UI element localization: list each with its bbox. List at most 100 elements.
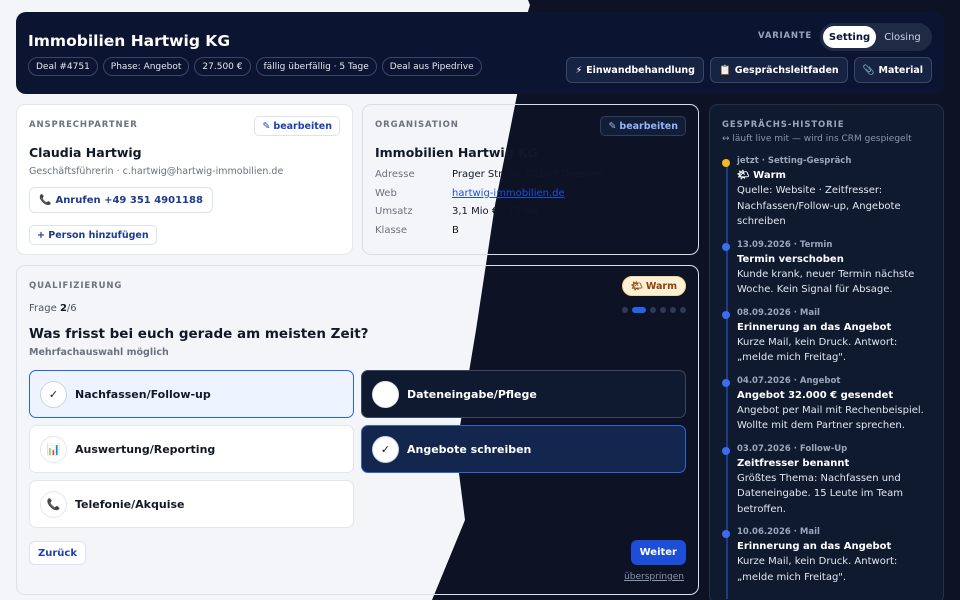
- timeline-dot: [722, 310, 730, 319]
- source-chip: Deal aus Pipedrive: [381, 57, 482, 76]
- timeline-dot-current: [722, 159, 730, 167]
- add-person-button[interactable]: + Person hinzufügen: [29, 225, 157, 245]
- question-hint: Mehrfachauswahl möglich: [29, 347, 169, 358]
- contact-role-email: Geschäftsführerin · c.hartwig@hartwig-im…: [29, 166, 284, 177]
- next-button[interactable]: Weiter: [630, 540, 686, 565]
- org-field-value: B: [452, 224, 459, 236]
- option-label: Auswertung/Reporting: [75, 442, 216, 456]
- option-label: Angebote schreiben: [407, 442, 532, 456]
- deal-header: Immobilien Hartwig KG Deal #4751 Phase: …: [16, 12, 944, 94]
- due-chip: fällig überfällig · 5 Tage: [255, 57, 377, 76]
- paperclip-icon: 📎: [862, 64, 875, 76]
- option-reporting[interactable]: 📊 Auswertung/Reporting: [29, 425, 354, 473]
- org-field-row: Umsatz 3,1 Mio € · 15 MA: [375, 206, 603, 225]
- option-follow-up[interactable]: ✓ Nachfassen/Follow-up: [29, 370, 354, 418]
- option-label: Nachfassen/Follow-up: [75, 387, 211, 401]
- option-data-entry[interactable]: 🗄 Dateneingabe/Pflege: [361, 370, 686, 418]
- step-dot: [660, 307, 666, 313]
- call-guide-button[interactable]: 📋 Gesprächsleitfaden: [709, 57, 848, 83]
- organization-edit-label: bearbeiten: [619, 120, 678, 132]
- option-label: Dateneingabe/Pflege: [407, 387, 537, 401]
- org-field-key: Klasse: [375, 224, 408, 236]
- back-button[interactable]: Zurück: [29, 541, 86, 565]
- timeline-title: Zeitfresser benannt: [737, 457, 850, 469]
- step-dot: [680, 307, 686, 313]
- timeline-text: Kurze Mail, kein Druck. Antwort: „melde …: [737, 336, 898, 364]
- org-field-row: Adresse Prager Str. 8a, 01069 Dresden: [375, 169, 603, 188]
- timeline-text: Angebot per Mail mit Rechenbeispiel. Wol…: [737, 404, 924, 432]
- contact-edit-button[interactable]: ✎ bearbeiten: [254, 116, 340, 136]
- qualification-card: QUALIFIZIERUNG 🌤 Warm Frage 2/6 Was fris…: [16, 265, 699, 595]
- timeline-title: Termin verschoben: [737, 253, 844, 265]
- organization-section-title: ORGANISATION: [375, 120, 459, 130]
- org-field-key: Umsatz: [375, 206, 413, 217]
- timeline-dot: [722, 378, 730, 387]
- timeline-item: 13.09.2026 · Termin Termin verschoben Ku…: [722, 239, 932, 298]
- org-field-key: Web: [375, 187, 397, 199]
- contact-name: Claudia Hartwig: [29, 145, 142, 160]
- timeline-text: Quelle: Website · Zeitfresser: Nachfasse…: [737, 185, 901, 227]
- timeline-text: Größtes Thema: Nachfassen und Dateneinga…: [737, 472, 904, 515]
- sun-cloud-icon: 🌤: [630, 280, 643, 292]
- material-button[interactable]: 📎 Material: [853, 57, 932, 83]
- history-subtitle: ↔ läuft live mit — wird ins CRM gespiege…: [722, 134, 912, 144]
- website-link[interactable]: hartwig-immobilien.de: [452, 188, 565, 207]
- organization-edit-button[interactable]: ✎ bearbeiten: [600, 116, 686, 136]
- temperature-badge-label: Warm: [645, 280, 677, 292]
- clipboard-icon: 📋: [718, 64, 731, 76]
- timeline-meta: 13.09.2026 · Termin: [737, 239, 833, 250]
- check-icon: ✓: [40, 380, 67, 408]
- timeline-meta: 08.09.2026 · Mail: [737, 307, 820, 318]
- check-icon: ✓: [372, 435, 399, 463]
- objection-handling-label: Einwandbehandlung: [586, 64, 695, 76]
- variant-option-closing[interactable]: Closing: [876, 26, 929, 48]
- qualification-section-title: QUALIFIZIERUNG: [29, 281, 123, 291]
- option-label: Telefonie/Akquise: [75, 497, 185, 511]
- temperature-badge: 🌤 Warm: [621, 276, 686, 296]
- timeline-title: 🌤 Warm: [737, 170, 786, 181]
- chart-icon: 📊: [40, 435, 67, 463]
- history-section-title: GESPRÄCHS-HISTORIE: [722, 120, 845, 130]
- pencil-icon: ✎: [608, 120, 617, 132]
- objection-handling-button[interactable]: ⚡ Einwandbehandlung: [566, 57, 704, 83]
- call-button[interactable]: 📞 Anrufen +49 351 4901188: [29, 187, 213, 213]
- step-dot: [670, 307, 676, 313]
- lightning-icon: ⚡: [575, 64, 583, 76]
- option-offers[interactable]: ✓ Angebote schreiben: [361, 425, 686, 473]
- timeline-meta: 03.07.2026 · Follow-Up: [737, 443, 848, 454]
- timeline-meta: 04.07.2026 · Angebot: [737, 375, 841, 386]
- step-dot: [622, 307, 628, 313]
- timeline-meta: jetzt · Setting-Gespräch: [737, 156, 852, 166]
- timeline-text: Kurze Mail, kein Druck. Antwort: „melde …: [737, 556, 898, 583]
- organization-name: Immobilien Hartwig KG: [375, 145, 538, 160]
- call-label: Anrufen +49 351 4901188: [55, 194, 203, 206]
- org-field-row: Klasse B: [375, 225, 603, 244]
- option-telephony[interactable]: 📞 Telefonie/Akquise: [29, 480, 354, 528]
- step-dot-active: [632, 307, 646, 313]
- step-dot: [650, 307, 656, 313]
- variant-toggle: Setting Closing: [820, 23, 932, 51]
- organization-fields: Adresse Prager Str. 8a, 01069 Dresden We…: [375, 169, 603, 243]
- org-field-value: 3,1 Mio € · 15 MA: [452, 206, 540, 217]
- skip-link[interactable]: überspringen: [624, 572, 684, 582]
- timeline-text: Kunde krank, neuer Termin nächste Woche.…: [737, 268, 915, 296]
- org-field-row: Web hartwig-immobilien.de: [375, 188, 603, 207]
- contact-edit-label: bearbeiten: [273, 120, 332, 132]
- variant-option-setting[interactable]: Setting: [823, 26, 876, 48]
- timeline-dot: [722, 446, 730, 455]
- timeline-item: 08.09.2026 · Mail Erinnerung an das Ange…: [722, 307, 932, 366]
- variant-label: VARIANTE: [758, 31, 812, 41]
- value-chip: 27.500 €: [194, 57, 251, 76]
- timeline-item: 03.07.2026 · Follow-Up Zeitfresser benan…: [722, 443, 932, 518]
- phone-icon: 📞: [40, 490, 67, 518]
- contact-card: ANSPRECHPARTNER ✎ bearbeiten Claudia Har…: [16, 104, 353, 255]
- timeline-item: 04.07.2026 · Angebot Angebot 32.000 € ge…: [722, 375, 932, 434]
- material-label: Material: [878, 64, 923, 76]
- question-counter: Frage 2/6: [29, 303, 77, 314]
- step-indicator: [622, 307, 686, 313]
- timeline-dot: [722, 530, 730, 538]
- deal-id-chip: Deal #4751: [28, 57, 98, 76]
- deal-chips: Deal #4751 Phase: Angebot 27.500 € fälli…: [28, 57, 482, 76]
- timeline-title: Angebot 32.000 € gesendet: [737, 389, 894, 401]
- timeline-item: 10.06.2026 · Mail Erinnerung an das Ange…: [722, 526, 932, 585]
